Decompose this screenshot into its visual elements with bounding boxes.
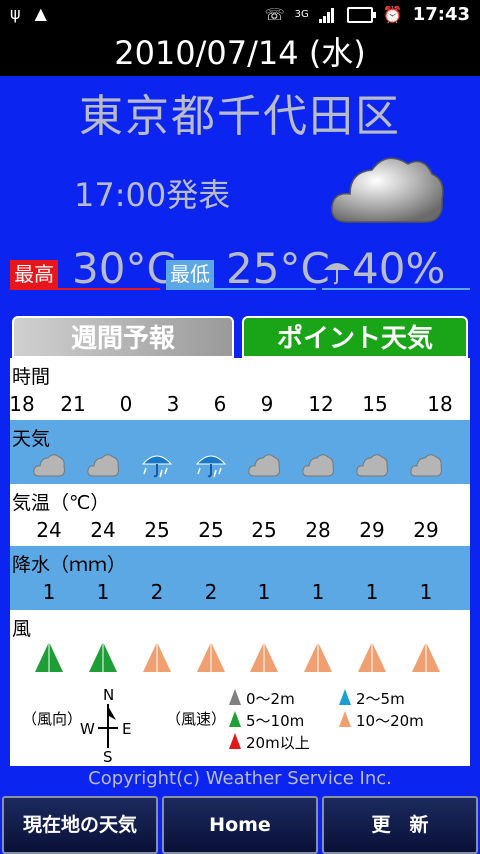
- max-temp: 30°C: [72, 244, 176, 293]
- alarm-icon: ⏰: [382, 5, 403, 24]
- wind-arrow-icon: [35, 642, 63, 672]
- network-type: 3G: [294, 9, 309, 20]
- temps-cell: 25: [198, 518, 224, 542]
- wind-row: 風 （風向） N W E S （風速） 0～2m 2～5m 5～10m 10～20m 2…: [10, 610, 470, 766]
- precip-cell: 2: [150, 580, 164, 604]
- wind-arrow-icon: [304, 642, 332, 672]
- legend-triangle-icon: [339, 689, 351, 705]
- temps-cell: 25: [144, 518, 170, 542]
- compass-w: W: [80, 720, 95, 738]
- cloud-icon: [410, 454, 442, 477]
- cloud-icon: [33, 454, 65, 477]
- rain-icon: [141, 455, 173, 478]
- compass-e: E: [122, 720, 132, 738]
- temp-row: 気温（℃） 24 24 25 25 25 28 29 29: [10, 484, 470, 546]
- forecast-table: 時間 18 21 0 3 6 9 12 15 18 天気 気温（℃） 24 24 25 25 25 28 2…: [9, 358, 470, 766]
- cloud-icon: [248, 454, 280, 477]
- vibrate-icon: ☏: [264, 5, 285, 24]
- precip-cell: 2: [204, 580, 218, 604]
- temps-cell: 24: [36, 518, 62, 542]
- min-label: 最低: [166, 260, 214, 288]
- wind-direction-label: （風向）: [22, 710, 83, 728]
- date-header: 2010/07/14 (水): [0, 30, 480, 76]
- legend-triangle-icon: [229, 689, 241, 705]
- warning-icon: ▲: [34, 4, 47, 23]
- update-button[interactable]: 更 新: [322, 796, 478, 854]
- current-location-button[interactable]: 現在地の天気: [2, 796, 158, 854]
- location-title: 東京都千代田区: [79, 91, 401, 142]
- wind-arrow-icon: [89, 642, 117, 672]
- home-button[interactable]: Home: [162, 796, 318, 854]
- copyright: Copyright(c) Weather Service Inc.: [88, 768, 392, 789]
- precip-row: 降水（ｍｍ） 11221111: [10, 546, 470, 610]
- signal-icon: [318, 7, 337, 23]
- precip-cell: 1: [365, 580, 379, 604]
- cloud-icon: [302, 454, 334, 477]
- times-cell: 9: [260, 392, 274, 416]
- wind-arrow-icon: [250, 642, 278, 672]
- temps-cell: 24: [90, 518, 116, 542]
- cloud-icon: [356, 454, 388, 477]
- rain-probability: 40%: [352, 244, 446, 293]
- times-cell: 6: [213, 392, 227, 416]
- times-cell: 12: [308, 392, 334, 416]
- cloud-icon: [87, 454, 119, 477]
- legend-label: 0～2m: [246, 690, 295, 708]
- precip-cell: 1: [419, 580, 433, 604]
- times-cell: 18: [9, 392, 35, 416]
- tab-point-weather[interactable]: ポイント天気: [242, 316, 468, 358]
- times-cell: 18: [427, 392, 453, 416]
- legend-triangle-icon: [229, 733, 241, 749]
- precip-cell: 1: [96, 580, 110, 604]
- times-cell: 0: [119, 392, 133, 416]
- rain-icon: [195, 455, 227, 478]
- min-temp: 25°C: [226, 244, 330, 293]
- wind-arrow-icon: [197, 642, 225, 672]
- precip-cell: 1: [311, 580, 325, 604]
- precip-cell: 1: [257, 580, 271, 604]
- legend-label: 5～10m: [246, 712, 305, 730]
- time-row: 時間 18 21 0 3 6 9 12 15 18: [9, 358, 470, 420]
- compass-n: N: [103, 686, 115, 704]
- times-cell: 3: [166, 392, 180, 416]
- wind-speed-label: （風速）: [166, 710, 227, 728]
- cloud-icon: [331, 157, 444, 223]
- umbrella-icon: [324, 263, 350, 285]
- temps-cell: 28: [305, 518, 331, 542]
- issued-time: 17:00発表: [74, 176, 231, 214]
- precip-cell: 1: [42, 580, 56, 604]
- usb-icon: ψ: [10, 4, 21, 23]
- temperature-summary: 最高 30°C 最低 25°C 40%: [10, 244, 470, 293]
- legend-label: 10～20m: [356, 712, 424, 730]
- times-cell: 15: [362, 392, 388, 416]
- temps-cell: 29: [359, 518, 385, 542]
- temps-cell: 25: [251, 518, 277, 542]
- wind-arrow-icon: [358, 642, 386, 672]
- max-label: 最高: [10, 260, 58, 288]
- legend-label: 20m以上: [246, 734, 310, 752]
- legend-triangle-icon: [229, 711, 241, 727]
- compass-s: S: [103, 748, 113, 766]
- status-time: 17:43: [412, 4, 470, 25]
- weather-row: 天気: [10, 420, 470, 484]
- battery-icon: [346, 6, 376, 23]
- temps-cell: 29: [413, 518, 439, 542]
- status-bar: ψ ▲ ☏ 3G ⏰ 17:43: [0, 0, 480, 30]
- times-cell: 21: [60, 392, 86, 416]
- legend-triangle-icon: [339, 711, 351, 727]
- tab-weekly-forecast[interactable]: 週間予報: [12, 316, 234, 358]
- wind-arrow-icon: [412, 642, 440, 672]
- wind-arrow-icon: [143, 642, 171, 672]
- legend-label: 2～5m: [356, 690, 405, 708]
